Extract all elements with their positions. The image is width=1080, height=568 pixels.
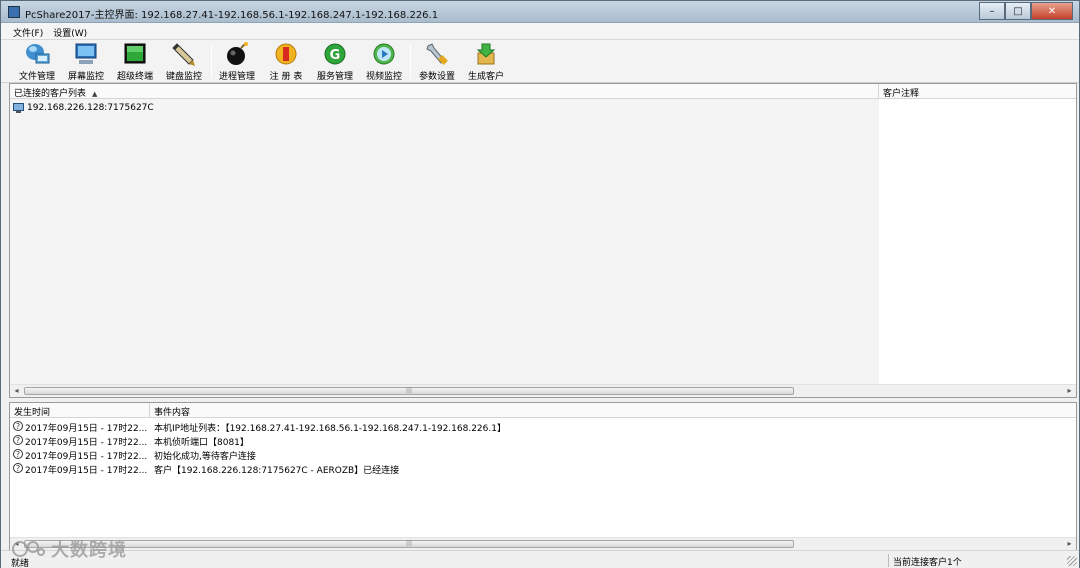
toolbar-service-label: 服务管理 <box>316 72 353 82</box>
svg-text:?: ? <box>16 422 20 431</box>
watermark: 大数跨境 <box>11 536 127 562</box>
log-time: 2017年09月15日 - 17时22... <box>25 424 148 434</box>
status-client-count: 当前连接客户1个 <box>888 554 1065 568</box>
column-header-clients[interactable]: 已连接的客户列表 ▲ <box>10 84 879 99</box>
event-log-header: 发生时间 事件内容 <box>10 403 1076 418</box>
screen-monitor-icon <box>75 43 97 64</box>
toolbar-file-manager-button[interactable]: 文件管理 <box>12 42 62 82</box>
toolbar-screen-monitor-button[interactable]: 屏幕监控 <box>61 42 111 82</box>
log-row[interactable]: ? 2017年09月15日 - 17时22... 初始化成功,等待客户连接 <box>10 448 1076 462</box>
event-log-panel: 发生时间 事件内容 ? 2017年09月15日 - 17时22... 本机IP地… <box>9 402 1077 550</box>
watermark-text: 大数跨境 <box>51 540 127 561</box>
column-header-clients-label: 已连接的客户列表 <box>14 89 87 99</box>
notes-column <box>879 99 1076 384</box>
log-time: 2017年09月15日 - 17时22... <box>25 438 148 448</box>
registry-icon <box>275 43 297 65</box>
resize-grip-icon[interactable] <box>1067 556 1077 566</box>
menu-settings[interactable]: 设置(W) <box>49 23 93 39</box>
computer-icon <box>13 102 24 113</box>
keyboard-monitor-icon <box>172 43 195 66</box>
toolbar-service-button[interactable]: G 服务管理 <box>310 42 360 82</box>
window-title: PcShare2017-主控界面: 192.168.27.41-192.168.… <box>25 10 439 21</box>
svg-text:G: G <box>330 48 341 63</box>
window-controls: – □ ✕ <box>979 2 1073 20</box>
scroll-thumb[interactable]: ||| <box>24 540 794 548</box>
svg-text:?: ? <box>16 464 20 473</box>
log-time: 2017年09月15日 - 17时22... <box>25 452 148 462</box>
client-list-header: 已连接的客户列表 ▲ 客户注释 <box>10 84 1076 99</box>
column-header-notes[interactable]: 客户注释 <box>879 84 1078 99</box>
toolbar-build-client-button[interactable]: 生成客户 <box>461 42 511 82</box>
app-icon <box>8 6 20 18</box>
svg-text:?: ? <box>16 436 20 445</box>
toolbar-settings-button[interactable]: 参数设置 <box>412 42 462 82</box>
process-bomb-icon <box>227 42 248 65</box>
scroll-thumb[interactable]: ||| <box>24 387 794 395</box>
toolbar-terminal-button[interactable]: 超级终端 <box>110 42 160 82</box>
info-icon: ? <box>13 421 23 431</box>
maximize-button[interactable]: □ <box>1005 2 1031 20</box>
scroll-right-icon[interactable]: ▸ <box>1063 385 1076 397</box>
toolbar-keyboard-monitor-label: 键盘监控 <box>165 72 202 82</box>
client-list-hscrollbar[interactable]: ◂ ||| ▸ <box>10 384 1076 397</box>
svg-text:?: ? <box>16 450 20 459</box>
column-header-event[interactable]: 事件内容 <box>150 403 1078 418</box>
column-header-time-label: 发生时间 <box>14 408 51 418</box>
event-log-hscrollbar[interactable]: ◂ ||| ▸ <box>10 537 1076 550</box>
toolbar-build-client-label: 生成客户 <box>467 72 504 82</box>
toolbar-screen-monitor-label: 屏幕监控 <box>67 72 104 82</box>
title-bar[interactable]: PcShare2017-主控界面: 192.168.27.41-192.168.… <box>1 1 1079 23</box>
toolbar-registry-button[interactable]: 注 册 表 <box>261 42 311 82</box>
toolbar-separator <box>410 44 411 78</box>
file-manager-icon <box>26 44 50 64</box>
log-message: 本机IP地址列表：【192.168.27.41-192.168.56.1-192… <box>154 424 506 434</box>
toolbar-registry-label: 注 册 表 <box>269 72 303 82</box>
log-time: 2017年09月15日 - 17时22... <box>25 466 148 476</box>
client-list-panel: 已连接的客户列表 ▲ 客户注释 192.168.226.128:7175627C … <box>9 83 1077 398</box>
menu-bar: 文件(F) 设置(W) <box>1 23 1079 40</box>
toolbar-keyboard-monitor-button[interactable]: 键盘监控 <box>159 42 209 82</box>
status-bar: 就绪 当前连接客户1个 <box>1 550 1079 568</box>
toolbar-terminal-label: 超级终端 <box>116 72 153 82</box>
menu-file[interactable]: 文件(F) <box>1 23 49 39</box>
column-header-event-label: 事件内容 <box>154 408 191 418</box>
build-client-icon <box>476 43 496 65</box>
left-edge <box>1 83 9 550</box>
toolbar-settings-label: 参数设置 <box>418 72 455 82</box>
minimize-button[interactable]: – <box>979 2 1005 20</box>
info-icon: ? <box>13 463 23 473</box>
video-play-icon <box>373 43 395 65</box>
log-message: 本机侦听端口【8081】 <box>154 438 249 448</box>
log-row[interactable]: ? 2017年09月15日 - 17时22... 本机侦听端口【8081】 <box>10 434 1076 448</box>
toolbar-video-label: 视频监控 <box>365 72 402 82</box>
toolbar-process-button[interactable]: 进程管理 <box>212 42 262 82</box>
sort-ascending-icon: ▲ <box>92 90 98 98</box>
log-message: 客户【192.168.226.128:7175627C - AEROZB】已经连… <box>154 466 400 476</box>
scroll-left-icon[interactable]: ◂ <box>10 385 23 397</box>
close-button[interactable]: ✕ <box>1031 2 1073 20</box>
client-row[interactable]: 192.168.226.128:7175627C <box>13 101 154 114</box>
log-row[interactable]: ? 2017年09月15日 - 17时22... 本机IP地址列表：【192.1… <box>10 420 1076 434</box>
log-message: 初始化成功,等待客户连接 <box>154 452 256 462</box>
toolbar-video-button[interactable]: 视频监控 <box>359 42 409 82</box>
column-header-notes-label: 客户注释 <box>883 89 920 99</box>
watermark-logo-icon <box>12 541 45 557</box>
client-address: 192.168.226.128:7175627C <box>27 102 154 113</box>
toolbar-file-manager-label: 文件管理 <box>18 72 55 82</box>
info-icon: ? <box>13 449 23 459</box>
toolbar-process-label: 进程管理 <box>218 72 255 82</box>
scroll-right-icon[interactable]: ▸ <box>1063 538 1076 550</box>
main-window: PcShare2017-主控界面: 192.168.27.41-192.168.… <box>0 0 1080 568</box>
terminal-icon <box>124 43 146 64</box>
service-icon: G <box>324 43 346 65</box>
toolbar: 文件管理 屏幕监控 超级终端 键盘监控 进程管理 注 册 表 G 服务管理 视频… <box>1 40 1079 83</box>
wrench-icon <box>426 43 448 65</box>
column-header-time[interactable]: 发生时间 <box>10 403 150 418</box>
info-icon: ? <box>13 435 23 445</box>
log-row[interactable]: ? 2017年09月15日 - 17时22... 客户【192.168.226.… <box>10 462 1076 476</box>
